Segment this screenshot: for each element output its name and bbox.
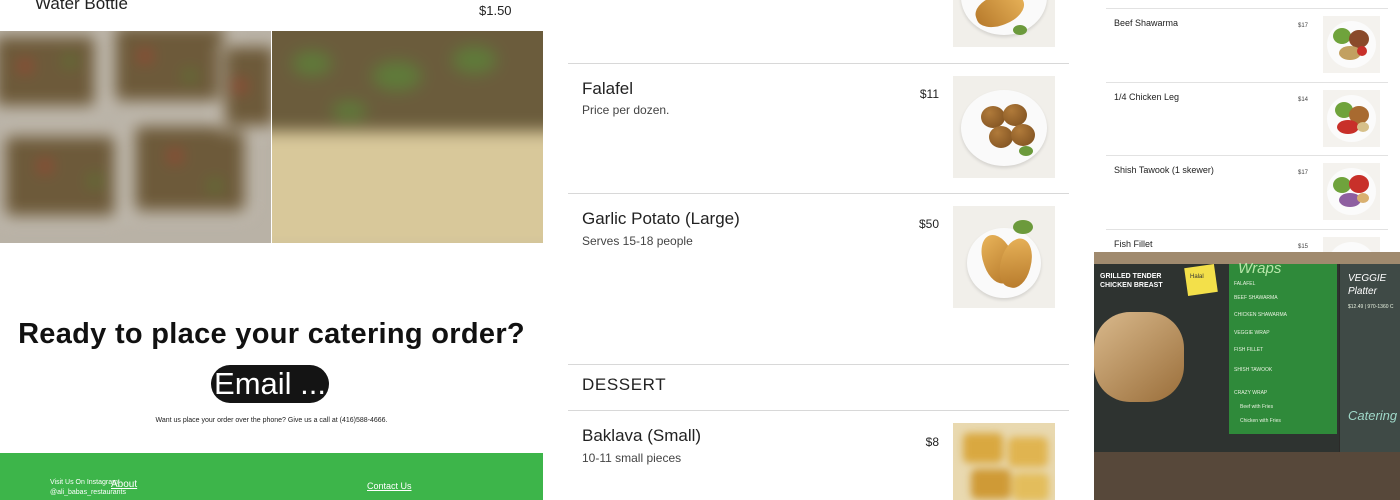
shish-tawook-photo [1323,163,1380,220]
board-wrap-item: SHISH TAWOOK [1234,367,1273,373]
falafel-photo [953,76,1055,178]
menu-item-description: 10-11 small pieces [582,451,682,465]
menu-board-photo: GRILLED TENDER CHICKEN BREAST Halal Wrap… [1094,252,1400,500]
board-veggie-heading: VEGGIE Platter [1348,273,1387,297]
divider [1106,155,1388,156]
board-wrap-item: VEGGIE WRAP [1234,330,1270,336]
board-crazy-chicken: Chicken with Fries [1240,418,1281,424]
halal-sticky-note [1184,264,1218,296]
board-wrap-item: CHICKEN SHAWARMA [1234,312,1287,318]
about-link[interactable]: About [111,479,137,490]
board-wrap-item: FALAFEL [1234,281,1256,287]
menu-item-description: Price per dozen. [582,103,670,117]
divider [568,410,1069,411]
contact-us-link[interactable]: Contact Us [367,481,412,491]
left-column: Water Bottle $1.50 Ready to place your c… [0,0,543,500]
instagram-handle: @ali_babas_restaurants [50,489,126,496]
garlic-potato-photo [953,206,1055,308]
menu-item-description: Serves 15-18 people [582,234,693,248]
footer: Visit Us On Instagram @ali_babas_restaur… [0,453,543,500]
list-item-price: $17 [1298,170,1309,176]
menu-column: Falafel Price per dozen. $11 Garlic Pota… [568,0,1069,500]
divider [568,193,1069,194]
menu-item-name: Garlic Potato (Large) [582,209,740,228]
menu-item-price: $11 [919,87,939,101]
wrap-picture [1094,312,1184,402]
chicken-leg-photo [1323,90,1380,147]
phone-order-note: Want us place your order over the phone?… [155,417,388,424]
divider [1106,8,1388,9]
list-item-price: $14 [1298,97,1309,103]
board-wrap-item: BEEF SHAWARMA [1234,295,1278,301]
catering-order-heading: Ready to place your catering order? [18,318,525,350]
list-item-price: $17 [1298,23,1309,29]
list-item-price: $15 [1298,244,1309,250]
water-bottle-price: $1.50 [479,3,512,18]
previous-item-photo [953,0,1055,47]
board-wrap-item: CRAZY WRAP [1234,390,1268,396]
menu-item-name: Baklava (Small) [582,426,702,445]
list-item-name: Beef Shawarma [1114,18,1179,28]
board-chicken-title: GRILLED TENDER CHICKEN BREAST [1100,273,1163,289]
divider [1106,229,1388,230]
platter-list: Beef Shawarma $17 1/4 Chicken Leg $14 Sh… [1106,0,1400,294]
catering-trays-photo [0,31,271,243]
divider [568,63,1069,64]
baklava-photo [953,423,1055,500]
list-item-name: 1/4 Chicken Leg [1114,92,1180,102]
dessert-section-title: DESSERT [582,375,667,394]
board-catering-word: Catering [1348,408,1398,423]
menu-item-price: $8 [925,435,939,449]
menu-item-name: Falafel [582,79,634,98]
list-item-name: Shish Tawook (1 skewer) [1114,165,1214,175]
email-button[interactable]: Email ... [211,365,329,403]
list-item-name: Fish Fillet [1114,239,1153,249]
menu-item-price: $50 [918,217,939,231]
divider [568,364,1069,365]
board-wraps-heading: Wraps [1238,260,1282,277]
board-crazy-beef: Beef with Fries [1240,404,1274,410]
instagram-text: Visit Us On Instagram [50,479,118,486]
board-veggie-price: $12.49 | 970-1360 C [1348,304,1394,310]
beef-shawarma-photo [1323,16,1380,73]
divider [1106,82,1388,83]
water-bottle-name: Water Bottle [35,0,128,13]
board-sticky-text: Halal [1190,274,1204,280]
rice-and-falafel-photo [272,31,543,243]
board-wrap-item: FISH FILLET [1234,347,1264,353]
